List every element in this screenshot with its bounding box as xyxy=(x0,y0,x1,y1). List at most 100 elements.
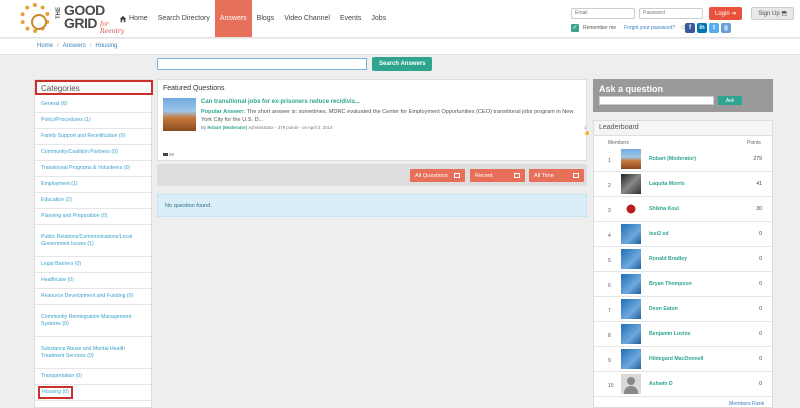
member-name[interactable]: test2 ed xyxy=(649,231,669,237)
category-item[interactable]: Healthcare (0) xyxy=(35,273,151,289)
site-header: THE GOOD GRID for Reentry Home Search Di… xyxy=(0,0,800,38)
email-field[interactable] xyxy=(571,7,635,19)
category-item[interactable]: Employment (1) xyxy=(35,177,151,193)
search-answers-button[interactable]: Search Answers xyxy=(372,57,433,71)
dropdown-icon xyxy=(514,173,520,178)
breadcrumb-answers[interactable]: Answers xyxy=(63,43,86,49)
category-item[interactable]: Resource Development and Funding (0) xyxy=(35,289,151,305)
members-header: Members xyxy=(608,140,629,146)
remember-row: ✓ Remember me Forgot your password? Or xyxy=(571,24,687,32)
member-name[interactable]: Deon Eaton xyxy=(649,306,678,312)
password-field[interactable] xyxy=(639,7,703,19)
nav-blogs[interactable]: Blogs xyxy=(252,0,280,37)
leaderboard-row: 7 Deon Eaton 0 xyxy=(594,297,772,322)
dropdown-icon xyxy=(454,173,460,178)
search-input[interactable] xyxy=(157,58,367,70)
like-count[interactable]: 1👍 xyxy=(584,125,589,136)
avatar[interactable] xyxy=(621,349,641,369)
nav-answers[interactable]: Answers xyxy=(214,0,252,37)
category-item[interactable]: Substance Abuse and Mental Health Treatm… xyxy=(35,337,151,369)
featured-heading: Featured Questions xyxy=(163,85,225,92)
member-name[interactable]: Bryan Thompson xyxy=(649,281,692,287)
remember-checkbox[interactable]: ✓ xyxy=(571,24,579,32)
leaderboard: Leaderboard Members Points 1 Robart (Mod… xyxy=(593,120,773,408)
avatar[interactable] xyxy=(621,224,641,244)
forgot-password-link[interactable]: Forgot your password? xyxy=(624,25,675,31)
category-item[interactable]: Transportation (0) xyxy=(35,369,151,385)
nav-search-directory[interactable]: Search Directory xyxy=(153,0,215,37)
question-filters: All Questions Recent All Time xyxy=(157,164,587,186)
avatar[interactable] xyxy=(621,324,641,344)
breadcrumb-housing[interactable]: Housing xyxy=(95,43,117,49)
avatar[interactable] xyxy=(621,249,641,269)
filter-all-questions[interactable]: All Questions xyxy=(410,169,465,182)
leaderboard-row: 2 Laquita Morris 41 xyxy=(594,172,772,197)
category-item[interactable]: Community/Coalition Partners (0) xyxy=(35,145,151,161)
facebook-icon[interactable]: f xyxy=(685,23,695,33)
members-rank-link[interactable]: Members Rank xyxy=(729,401,764,407)
dropdown-icon xyxy=(573,173,579,178)
member-name[interactable]: Hildegard MacDonnell xyxy=(649,356,703,362)
category-item[interactable]: Family Support and Reunification (0) xyxy=(35,129,151,145)
social-login: f in t g xyxy=(685,23,733,33)
avatar[interactable] xyxy=(621,174,641,194)
category-item[interactable]: Public Relations/Communications/Local Go… xyxy=(35,225,151,257)
avatar[interactable] xyxy=(621,374,641,394)
avatar[interactable] xyxy=(621,149,641,169)
google-icon[interactable]: g xyxy=(721,23,731,33)
avatar[interactable] xyxy=(621,299,641,319)
breadcrumb-home[interactable]: Home xyxy=(37,43,53,49)
featured-meta: By Robart (Moderator) Administrator - 27… xyxy=(201,125,333,130)
category-housing-label: Housing (0) xyxy=(38,386,73,399)
category-item[interactable]: Policy/Procedures (1) xyxy=(35,113,151,129)
leaderboard-title: Leaderboard xyxy=(594,121,772,136)
leaderboard-row: 10 Ashwin D 0 xyxy=(594,372,772,397)
ask-question-panel: Ask a question Ask xyxy=(593,79,773,112)
member-name[interactable]: Ronald Bradley xyxy=(649,256,687,262)
nav-home[interactable]: Home xyxy=(114,0,153,37)
nav-jobs[interactable]: Jobs xyxy=(366,0,391,37)
leaderboard-row: 3 Shikha Koul 30 xyxy=(594,197,772,222)
leaderboard-row: 5 Ronald Bradley 0 xyxy=(594,247,772,272)
category-item-housing[interactable]: Housing (0) xyxy=(35,385,151,401)
category-item[interactable]: General (6) xyxy=(35,97,151,113)
category-item[interactable]: Legal Barriers (0) xyxy=(35,257,151,273)
gear-logo-icon xyxy=(20,3,50,33)
carousel-dots[interactable] xyxy=(163,153,175,156)
featured-image xyxy=(163,98,196,131)
ask-input[interactable] xyxy=(599,96,714,105)
site-logo[interactable]: THE GOOD GRID for Reentry xyxy=(20,3,124,35)
linkedin-icon[interactable]: in xyxy=(697,23,707,33)
avatar[interactable] xyxy=(621,199,641,219)
points-header: Points xyxy=(747,140,761,146)
category-item[interactable]: Transitional Programs & Volunteers (0) xyxy=(35,161,151,177)
member-name[interactable]: Ashwin D xyxy=(649,381,673,387)
ask-button[interactable]: Ask xyxy=(718,96,742,105)
signup-button[interactable]: Sign Up ⬒ xyxy=(751,6,795,20)
filter-all-time[interactable]: All Time xyxy=(529,169,584,182)
breadcrumb: Home / Answers / Housing xyxy=(0,39,800,55)
leaderboard-row: 6 Bryan Thompson 0 xyxy=(594,272,772,297)
leaderboard-row: 9 Hildegard MacDonnell 0 xyxy=(594,347,772,372)
nav-events[interactable]: Events xyxy=(335,0,366,37)
featured-question-title[interactable]: Can transitional jobs for ex-prisoners r… xyxy=(201,99,360,105)
twitter-icon[interactable]: t xyxy=(709,23,719,33)
featured-author[interactable]: Robart (Moderator) xyxy=(207,125,247,130)
leaderboard-row: 1 Robart (Moderator) 279 xyxy=(594,147,772,172)
member-name[interactable]: Benjamin Lovins xyxy=(649,331,691,337)
member-name[interactable]: Robart (Moderator) xyxy=(649,156,696,162)
category-item[interactable]: Education (2) xyxy=(35,193,151,209)
category-item[interactable]: Community Reintegration Management Syste… xyxy=(35,305,151,337)
member-name[interactable]: Shikha Koul xyxy=(649,206,679,212)
home-icon xyxy=(119,15,127,22)
nav-video-channel[interactable]: Video Channel xyxy=(279,0,335,37)
popular-answer-label: Popular Answer: xyxy=(201,109,246,115)
member-name[interactable]: Laquita Morris xyxy=(649,181,685,187)
avatar[interactable] xyxy=(621,274,641,294)
category-item[interactable]: Planning and Preparation (0) xyxy=(35,209,151,225)
filter-recent[interactable]: Recent xyxy=(470,169,525,182)
login-button[interactable]: Login ➔ xyxy=(709,6,743,20)
categories-panel: Categories General (6) Policy/Procedures… xyxy=(34,79,153,408)
featured-answer: Popular Answer: The short answer is: som… xyxy=(201,108,581,124)
leaderboard-row: 8 Benjamin Lovins 0 xyxy=(594,322,772,347)
